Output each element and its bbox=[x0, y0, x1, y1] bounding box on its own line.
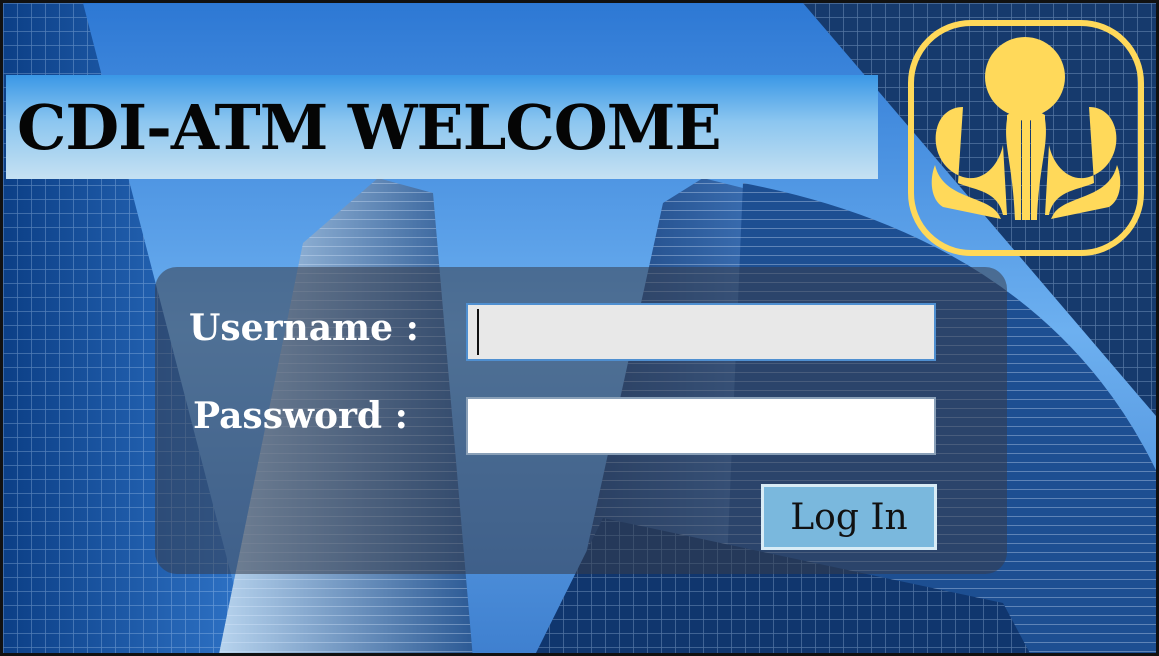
username-label: Username : bbox=[189, 307, 419, 349]
username-input[interactable] bbox=[466, 303, 936, 361]
bank-logo-icon bbox=[908, 20, 1144, 256]
password-input[interactable] bbox=[466, 397, 936, 455]
text-cursor bbox=[477, 309, 479, 355]
password-label: Password : bbox=[193, 395, 408, 437]
login-window: CDI-ATM WELCOME Username : Password : Lo… bbox=[0, 0, 1159, 656]
page-title: CDI-ATM WELCOME bbox=[17, 90, 722, 164]
title-bar: CDI-ATM WELCOME bbox=[6, 75, 878, 179]
login-button[interactable]: Log In bbox=[761, 484, 937, 550]
